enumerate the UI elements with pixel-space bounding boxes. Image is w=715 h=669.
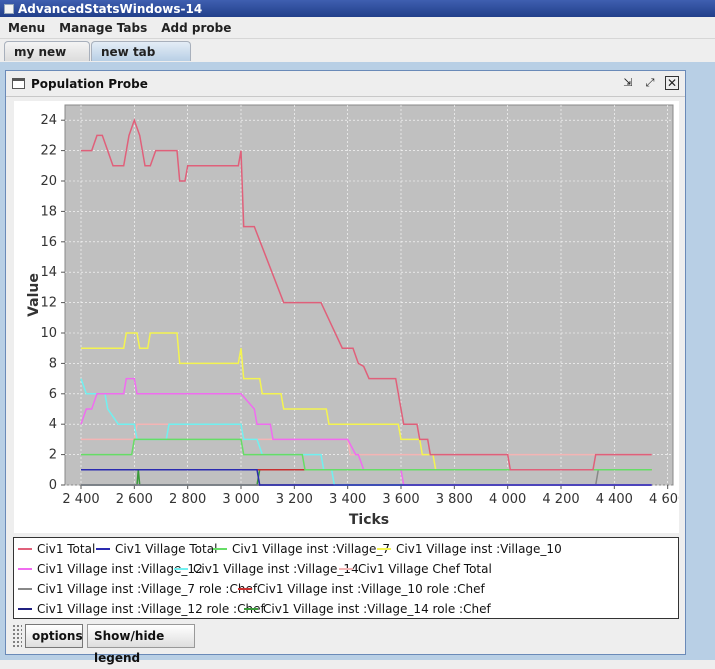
legend-label: Civ1 Village inst :Village_10 role :Chef [257, 582, 485, 596]
toolbar-grip-icon[interactable] [12, 624, 22, 648]
menu-item-add-probe[interactable]: Add probe [153, 21, 237, 35]
legend-label: Civ1 Village inst :Village_14 role :Chef [263, 602, 491, 616]
legend-swatch [238, 588, 252, 590]
legend-item-civ1-total: Civ1 Total [18, 542, 95, 556]
x-tick-label: 3 600 [382, 492, 419, 507]
legend-item-village-10: Civ1 Village inst :Village_10 [377, 542, 562, 556]
chart-legend: Civ1 Total Civ1 Village Total Civ1 Villa… [13, 537, 679, 619]
y-tick-label: 4 [49, 417, 57, 432]
legend-label: Civ1 Village Total [115, 542, 218, 556]
legend-item-village-14: Civ1 Village inst :Village_14 [174, 562, 359, 576]
legend-label: Civ1 Village inst :Village_10 [396, 542, 562, 556]
y-tick-label: 16 [40, 235, 57, 250]
legend-swatch [18, 548, 32, 550]
legend-swatch [339, 568, 353, 570]
x-tick-label: 4 200 [542, 492, 579, 507]
y-axis-label: Value [26, 273, 42, 317]
legend-swatch [18, 608, 32, 610]
menu-item-manage-tabs[interactable]: Manage Tabs [51, 21, 153, 35]
window-title: AdvancedStatsWindows-14 [18, 1, 203, 16]
legend-swatch [174, 568, 188, 570]
app-icon [4, 3, 14, 14]
close-icon[interactable]: ✕ [665, 76, 679, 90]
x-tick-label: 4 600 [649, 492, 679, 507]
show-hide-legend-button[interactable]: Show/hide legend [87, 624, 195, 665]
x-tick-label: 3 000 [222, 492, 259, 507]
y-tick-label: 20 [40, 174, 57, 189]
window-title-bar: AdvancedStatsWindows-14 [0, 0, 715, 17]
legend-label: Civ1 Village inst :Village_14 [193, 562, 359, 576]
legend-swatch [18, 588, 32, 590]
tab-my-new-tab[interactable]: my new tab [4, 41, 90, 79]
legend-item-village-7: Civ1 Village inst :Village_7 [213, 542, 390, 556]
y-tick-label: 14 [40, 265, 57, 280]
legend-item-civ1-village-total: Civ1 Village Total [96, 542, 217, 556]
menu-bar: Menu Manage Tabs Add probe [0, 17, 715, 39]
chart-panel: 0 2 4 6 8 10 12 14 16 18 20 22 24 2 400 2 600 2 800 3 00… [14, 101, 686, 533]
menu-item-menu[interactable]: Menu [0, 21, 51, 35]
population-probe-frame: Population Probe ⇲ ⤢ ✕ 0 2 4 6 8 10 12 14 16 18 20… [5, 70, 686, 665]
x-tick-label: 2 600 [116, 492, 153, 507]
y-tick-label: 2 [49, 448, 57, 463]
probe-frame-title-bar[interactable]: Population Probe ⇲ ⤢ ✕ [6, 71, 685, 97]
y-tick-label: 10 [40, 326, 57, 341]
probe-frame-title: Population Probe [31, 76, 148, 91]
x-axis-label: Ticks [349, 512, 389, 528]
plot-area [64, 104, 674, 486]
restore-icon[interactable]: ⇲ [621, 76, 635, 90]
y-tick-label: 0 [49, 478, 57, 493]
legend-swatch [244, 608, 258, 610]
y-tick-label: 6 [49, 387, 57, 402]
y-tick-label: 18 [40, 204, 57, 219]
legend-item-chef-total: Civ1 Village Chef Total [339, 562, 492, 576]
legend-label: Civ1 Village inst :Village_7 role :Chef [37, 582, 258, 596]
population-chart: 0246810121416182022242 400 2 600 2 800 3 00… [26, 104, 686, 528]
x-tick-label: 2 800 [169, 492, 206, 507]
legend-swatch [213, 548, 227, 550]
probe-toolbar: options Show/hide legend [9, 621, 684, 665]
legend-item-village-7-chef: Civ1 Village inst :Village_7 role :Chef [18, 582, 257, 596]
legend-swatch [377, 548, 391, 550]
y-tick-label: 12 [40, 296, 57, 311]
frame-icon [12, 78, 25, 89]
x-tick-label: 4 400 [596, 492, 633, 507]
y-tick-label: 8 [49, 356, 57, 371]
maximize-icon[interactable]: ⤢ [643, 76, 657, 90]
x-tick-label: 2 400 [62, 492, 99, 507]
x-tick-label: 3 400 [329, 492, 366, 507]
x-tick-label: 3 800 [436, 492, 473, 507]
legend-label: Civ1 Village inst :Village_12 role :Chef [37, 602, 265, 616]
legend-item-village-14-chef: Civ1 Village inst :Village_14 role :Chef [244, 602, 491, 616]
x-tick-label: 4 000 [489, 492, 526, 507]
legend-swatch [18, 568, 32, 570]
y-tick-label: 24 [40, 113, 57, 128]
legend-label: Civ1 Total [37, 542, 96, 556]
legend-label: Civ1 Village inst :Village_7 [232, 542, 391, 556]
options-button[interactable]: options [25, 624, 83, 648]
legend-swatch [96, 548, 110, 550]
y-tick-label: 22 [40, 144, 57, 159]
tab-strip: my new tab new tab demo [0, 39, 715, 79]
x-tick-label: 3 200 [276, 492, 313, 507]
legend-item-village-10-chef: Civ1 Village inst :Village_10 role :Chef [238, 582, 485, 596]
tab-new-tab-demo[interactable]: new tab demo [91, 41, 191, 79]
legend-item-village-12-chef: Civ1 Village inst :Village_12 role :Chef [18, 602, 265, 616]
legend-label: Civ1 Village Chef Total [358, 562, 492, 576]
